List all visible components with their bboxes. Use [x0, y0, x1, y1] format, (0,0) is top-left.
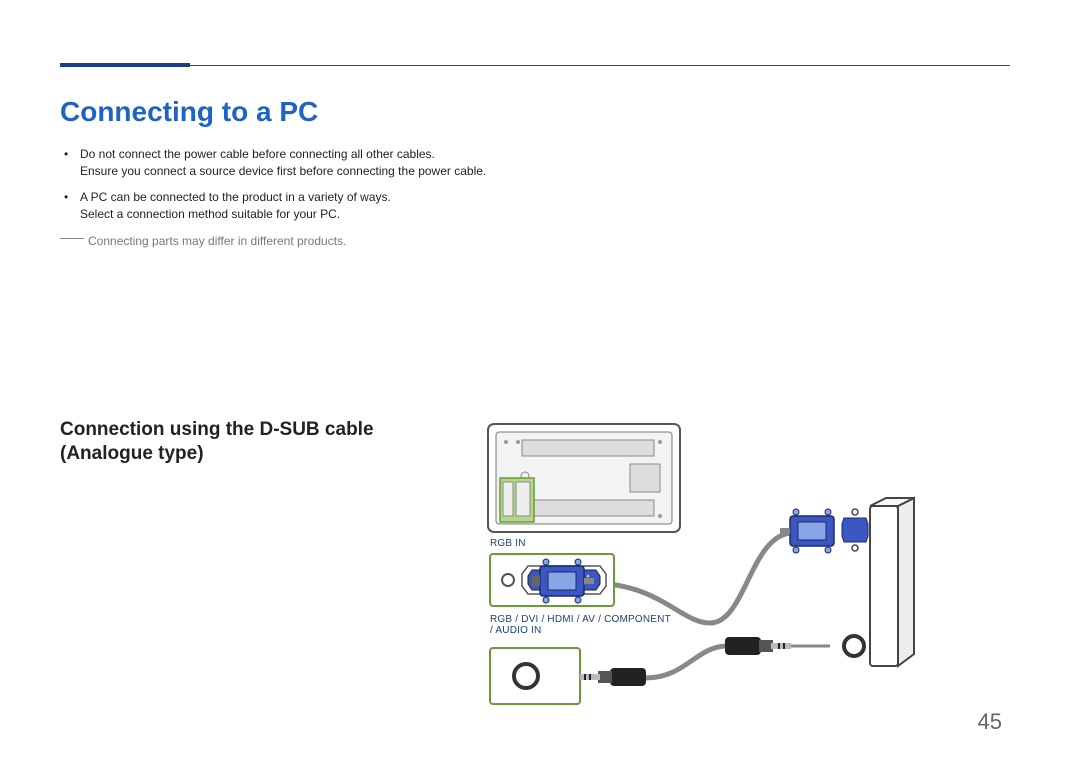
- top-rule: [60, 65, 1010, 66]
- subsection-heading-col: Connection using the D-SUB cable (Analog…: [60, 418, 470, 467]
- page-number: 45: [978, 709, 1002, 735]
- content-row: Connection using the D-SUB cable (Analog…: [60, 418, 1010, 738]
- vga-cable-icon: [590, 533, 790, 623]
- rgb-in-label: RGB IN: [490, 538, 570, 549]
- audio-in-label-line1: RGB / DVI / HDMI / AV / COMPONENT: [490, 614, 671, 625]
- bullet-item: A PC can be connected to the product in …: [62, 189, 622, 224]
- footnote-text: Connecting parts may differ in different…: [88, 234, 346, 248]
- bullet-item: Do not connect the power cable before co…: [62, 146, 622, 181]
- subsection-title: Connection using the D-SUB cable (Analog…: [60, 418, 400, 467]
- manual-page: Connecting to a PC Do not connect the po…: [0, 0, 1080, 763]
- top-rule-accent: [60, 63, 190, 67]
- dash-icon: [60, 238, 84, 239]
- audio-in-label: RGB / DVI / HDMI / AV / COMPONENT / AUDI…: [490, 614, 710, 636]
- bullet-text: Do not connect the power cable before co…: [80, 147, 435, 161]
- product-panel-icon: [488, 424, 680, 532]
- audio-in-label-line2: / AUDIO IN: [490, 625, 541, 636]
- subsection-title-line2: (Analogue type): [60, 443, 204, 464]
- audio-jack-left-icon: [580, 668, 646, 686]
- footnote: Connecting parts may differ in different…: [60, 234, 1010, 248]
- audio-cable-icon: [645, 646, 725, 678]
- bullet-text: A PC can be connected to the product in …: [80, 190, 391, 204]
- bullet-text: Ensure you connect a source device first…: [80, 164, 486, 178]
- subsection-title-line1: Connection using the D-SUB cable: [60, 419, 374, 440]
- vga-plug-right-icon: [780, 509, 834, 553]
- bullet-text: Select a connection method suitable for …: [80, 207, 340, 221]
- audio-jack-right-icon: [725, 637, 791, 655]
- audio-in-port-icon: [490, 648, 580, 704]
- bullet-list: Do not connect the power cable before co…: [62, 146, 1010, 224]
- connection-diagram: RGB IN: [470, 418, 990, 738]
- diagram-svg: RGB IN: [470, 418, 990, 738]
- page-title: Connecting to a PC: [60, 96, 1010, 128]
- pc-tower-icon: [842, 498, 914, 666]
